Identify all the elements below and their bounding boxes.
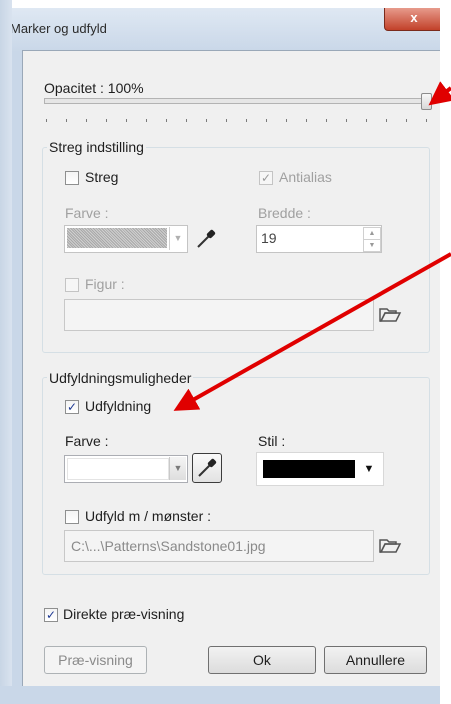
annotation-arrow-opacity [428,81,451,106]
annotation-arrow-fill [173,252,451,411]
annotation-arrows [173,81,451,411]
